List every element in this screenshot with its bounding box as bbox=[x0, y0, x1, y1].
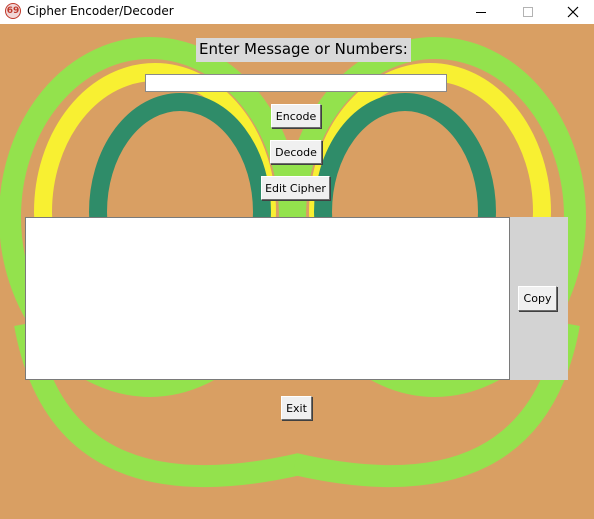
encode-button[interactable]: Encode bbox=[271, 104, 321, 128]
message-input[interactable] bbox=[145, 74, 447, 92]
decode-button[interactable]: Decode bbox=[270, 140, 322, 164]
window-title: Cipher Encoder/Decoder bbox=[27, 4, 174, 18]
copy-button[interactable]: Copy bbox=[518, 286, 557, 311]
prompt-label: Enter Message or Numbers: bbox=[196, 38, 411, 62]
maximize-button[interactable] bbox=[505, 0, 551, 24]
close-button[interactable] bbox=[550, 0, 594, 24]
title-bar: 69 Cipher Encoder/Decoder bbox=[0, 0, 594, 24]
edit-cipher-button[interactable]: Edit Cipher bbox=[261, 176, 330, 200]
minimize-icon bbox=[476, 12, 486, 13]
client-area: Enter Message or Numbers: Encode Decode … bbox=[0, 24, 594, 519]
minimize-button[interactable] bbox=[458, 0, 504, 24]
app-icon: 69 bbox=[5, 3, 21, 19]
exit-button[interactable]: Exit bbox=[281, 396, 312, 420]
maximize-icon bbox=[523, 7, 533, 17]
close-icon bbox=[567, 6, 579, 18]
output-textarea[interactable] bbox=[25, 217, 510, 380]
